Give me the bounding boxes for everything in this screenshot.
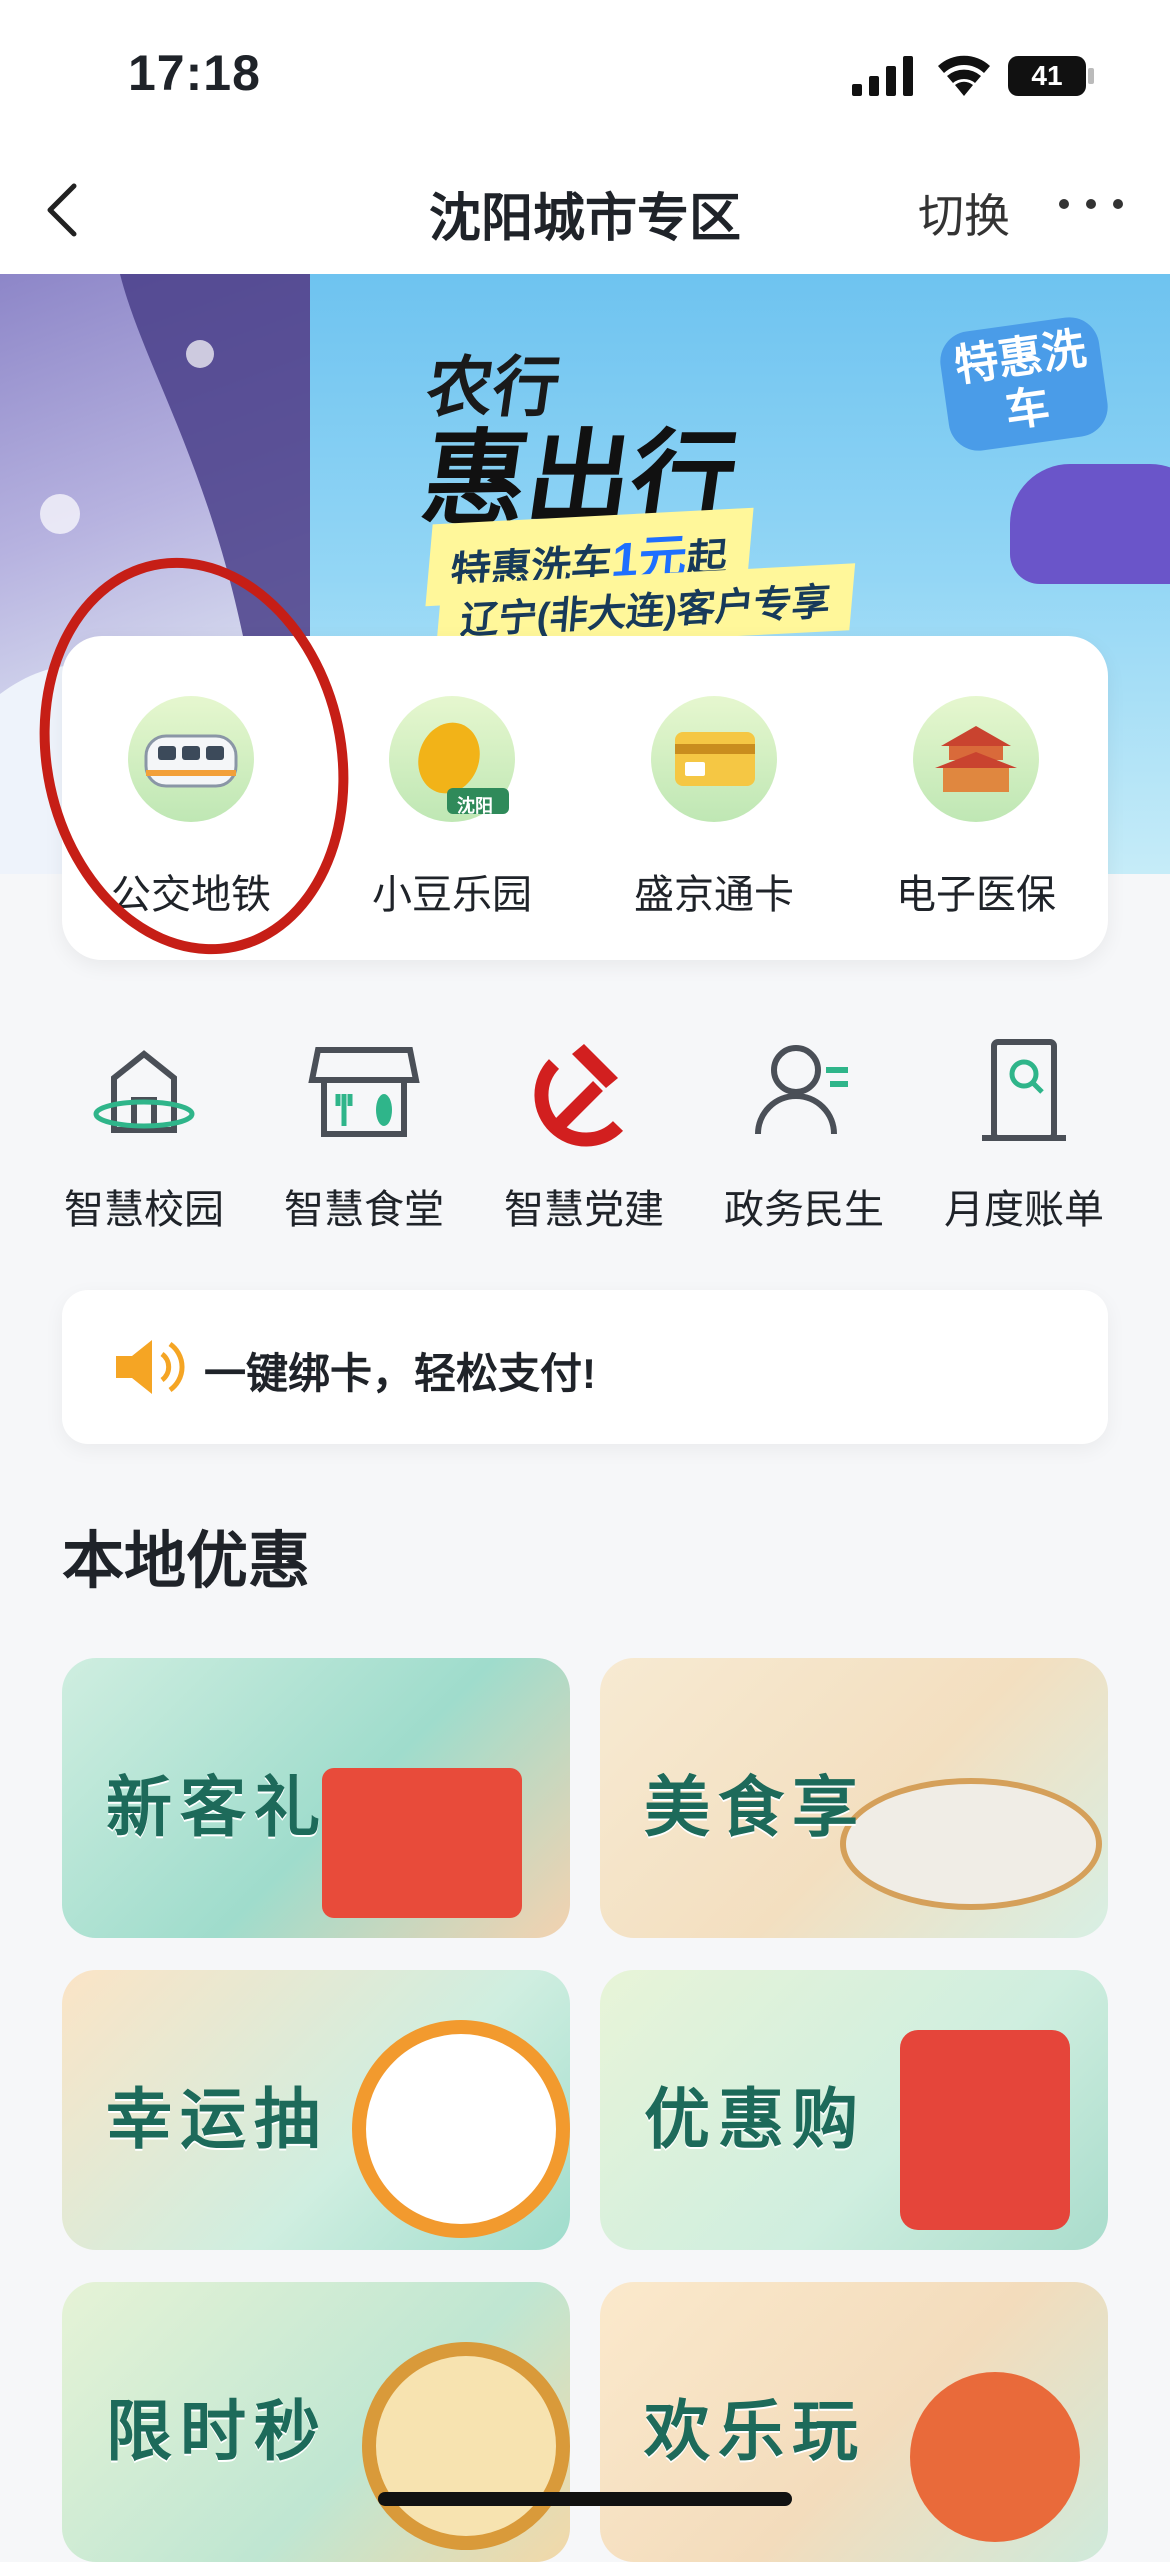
service-item-smart-campus[interactable]: 智慧校园 [34, 1030, 254, 1235]
service-label: 智慧食堂 [284, 1188, 444, 1232]
notice-bar[interactable]: 一键绑卡，轻松支付! [62, 1290, 1108, 1444]
promo-tile-lucky-draw[interactable]: 幸运抽 [62, 1970, 570, 2250]
service-item-xiaodou-park[interactable]: 沈阳 小豆乐园 [352, 696, 552, 920]
battery-icon: 41 [1008, 56, 1086, 96]
status-bar: 17:18 41 [0, 0, 1170, 150]
tile-label: 新客礼 [106, 1770, 328, 1844]
car-illustration [1010, 464, 1170, 584]
more-menu-icon[interactable] [1058, 184, 1124, 224]
promo-tile-new-customer[interactable]: 新客礼 [62, 1658, 570, 1938]
service-item-monthly-bill[interactable]: 月度账单 [914, 1030, 1134, 1235]
battery-cap [1088, 68, 1094, 84]
person-icon [755, 1045, 848, 1135]
service-label: 智慧校园 [64, 1188, 224, 1232]
promo-tile-flash-sale[interactable]: 限时秒 [62, 2282, 570, 2562]
alarm-clock-illustration [362, 2342, 570, 2550]
campus-icon [93, 1050, 195, 1133]
wifi-icon [938, 55, 990, 96]
service-label: 月度账单 [944, 1188, 1104, 1232]
promo-tile-fun[interactable]: 欢乐玩 [600, 2282, 1108, 2562]
card-icon [651, 696, 777, 822]
service-item-government[interactable]: 政务民生 [694, 1030, 914, 1235]
service-label: 盛京通卡 [634, 873, 794, 917]
tile-label: 限时秒 [106, 2394, 328, 2468]
promo-tile-discount-shop[interactable]: 优惠购 [600, 1970, 1108, 2250]
service-item-smart-party[interactable]: 智慧党建 [474, 1030, 694, 1235]
tile-label: 优惠购 [644, 2082, 866, 2156]
party-emblem-icon [534, 1044, 624, 1147]
service-label: 政务民生 [724, 1188, 884, 1232]
notice-text: 一键绑卡，轻松支付! [204, 1350, 596, 1397]
tile-label: 幸运抽 [106, 2082, 328, 2156]
nav-bar: 沈阳城市专区 切换 [0, 150, 1170, 274]
gift-box-illustration [322, 1768, 522, 1918]
section-title: 本地优惠 [62, 1527, 311, 1596]
cellular-signal-icon [852, 56, 913, 96]
bill-search-icon [982, 1039, 1066, 1141]
service-item-smart-canteen[interactable]: 智慧食堂 [254, 1030, 474, 1235]
koi-fish-illustration [910, 2372, 1080, 2542]
palace-icon [913, 696, 1039, 822]
dish-illustration [840, 1778, 1102, 1910]
service-item-e-medical-insurance[interactable]: 电子医保 [876, 696, 1076, 920]
service-badge: 沈阳 [457, 796, 493, 816]
promo-tile-food[interactable]: 美食享 [600, 1658, 1108, 1938]
service-label: 小豆乐园 [372, 873, 532, 917]
speaker-icon [116, 1340, 185, 1394]
banner-bubble: 特惠洗车 [936, 313, 1112, 455]
service-label: 电子医保 [896, 873, 1056, 917]
canteen-icon [308, 1047, 420, 1137]
status-time: 17:18 [128, 45, 261, 101]
service-item-shengjing-card[interactable]: 盛京通卡 [614, 696, 814, 920]
bean-icon: 沈阳 [389, 696, 515, 822]
switch-city-button[interactable]: 切换 [918, 180, 1010, 246]
prize-wheel-illustration [352, 2020, 570, 2238]
red-envelope-illustration [900, 2030, 1070, 2230]
tile-label: 美食享 [644, 1770, 866, 1844]
service-label: 智慧党建 [504, 1188, 664, 1232]
tile-label: 欢乐玩 [644, 2394, 866, 2468]
home-indicator[interactable] [378, 2492, 792, 2506]
